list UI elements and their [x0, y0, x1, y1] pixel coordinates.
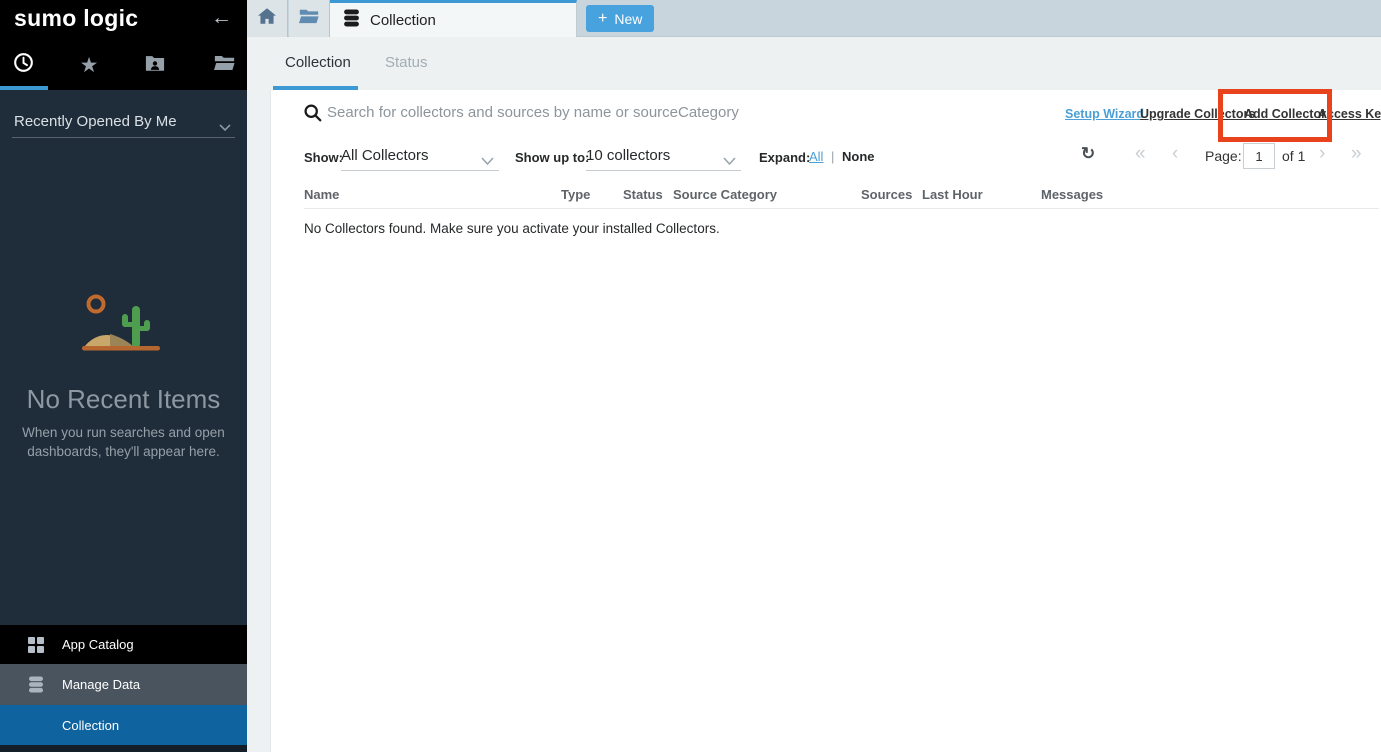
folder-open-icon	[214, 54, 235, 76]
access-keys-link[interactable]: Access Keys	[1318, 107, 1381, 121]
recent-nav-button[interactable]	[11, 53, 35, 77]
next-page-icon[interactable]: ›	[1319, 143, 1325, 165]
column-header-type: Type	[561, 187, 590, 202]
tab-label: Collection	[370, 12, 436, 29]
home-icon	[258, 8, 276, 29]
last-page-icon[interactable]: »	[1351, 143, 1362, 165]
database-icon	[28, 676, 46, 694]
show-filter-underline	[341, 170, 499, 171]
recent-filter-label: Recently Opened By Me	[14, 113, 177, 130]
sidebar-item-app-catalog[interactable]: App Catalog	[0, 625, 247, 664]
sidebar-item-collection[interactable]: Collection	[0, 705, 247, 745]
column-header-last-hour: Last Hour	[922, 187, 983, 202]
sidebar: sumo logic ← ★ Rec	[0, 0, 247, 752]
desert-illustration-icon	[82, 294, 162, 361]
page-count-label: of 1	[1282, 148, 1305, 164]
browse-library-button[interactable]	[289, 0, 330, 37]
page-number-input[interactable]	[1243, 143, 1275, 169]
home-button[interactable]	[247, 0, 288, 37]
no-recent-items-title: No Recent Items	[0, 384, 247, 415]
library-nav-button[interactable]	[212, 53, 236, 77]
column-header-sources: Sources	[861, 187, 912, 202]
folder-person-icon	[145, 54, 165, 77]
expand-divider: |	[831, 149, 834, 164]
column-header-name: Name	[304, 187, 339, 202]
show-up-to-underline	[586, 170, 741, 171]
recent-filter-select[interactable]: Recently Opened By Me	[12, 108, 235, 138]
clock-icon	[13, 52, 34, 78]
sidebar-item-label: Collection	[62, 718, 119, 733]
chevron-down-icon[interactable]	[481, 153, 494, 171]
empty-table-message: No Collectors found. Make sure you activ…	[304, 221, 720, 236]
column-header-status: Status	[623, 187, 663, 202]
sumo-logic-app: sumo logic ← ★ Rec	[0, 0, 1381, 752]
grid-icon	[28, 636, 46, 654]
new-button-label: New	[614, 11, 642, 27]
table-header-divider	[304, 208, 1379, 209]
collection-panel: Setup Wizard Upgrade Collectors Add Coll…	[270, 90, 1381, 752]
tab-collection[interactable]: Collection	[330, 0, 577, 37]
column-header-source-category: Source Category	[673, 187, 777, 202]
column-header-messages: Messages	[1041, 187, 1103, 202]
sidebar-item-manage-data[interactable]: Manage Data	[0, 664, 247, 705]
tab-bar: Collection + New	[247, 0, 1381, 37]
search-input[interactable]	[327, 97, 927, 127]
show-up-to-label: Show up to:	[515, 150, 589, 165]
page-label: Page:	[1205, 148, 1242, 164]
first-page-icon[interactable]: «	[1135, 143, 1146, 165]
subtab-strip: Collection Status	[247, 37, 1381, 90]
expand-label: Expand:	[759, 150, 810, 165]
show-filter-label: Show:	[304, 150, 343, 165]
chevron-down-icon[interactable]	[723, 153, 736, 171]
show-up-to-select[interactable]: 10 collectors	[586, 147, 670, 164]
favorites-nav-button[interactable]: ★	[77, 53, 101, 77]
sidebar-header: sumo logic ← ★	[0, 0, 247, 90]
sidebar-item-label: Manage Data	[62, 677, 140, 692]
no-recent-items-caption: When you run searches and open dashboard…	[18, 423, 229, 461]
add-collector-link[interactable]: Add Collector	[1244, 107, 1326, 121]
sumo-logic-logo[interactable]: sumo logic	[14, 5, 138, 32]
refresh-icon[interactable]: ↻	[1081, 144, 1095, 164]
folder-open-icon	[299, 8, 319, 29]
sidebar-footer-strip	[0, 745, 247, 752]
previous-page-icon[interactable]: ‹	[1172, 143, 1178, 165]
personal-folder-nav-button[interactable]	[143, 53, 167, 77]
content-gutter	[247, 90, 270, 752]
plus-icon: +	[598, 11, 607, 27]
collapse-sidebar-button[interactable]: ←	[211, 6, 232, 30]
expand-all-link[interactable]: All	[809, 149, 823, 164]
new-tab-button[interactable]: + New	[586, 5, 654, 32]
subtab-collection[interactable]: Collection	[285, 54, 351, 71]
upgrade-collectors-link[interactable]: Upgrade Collectors	[1140, 107, 1255, 121]
database-icon	[343, 9, 360, 31]
star-icon: ★	[80, 55, 99, 76]
show-filter-select[interactable]: All Collectors	[341, 147, 429, 164]
subtab-status[interactable]: Status	[385, 54, 428, 71]
expand-none-link[interactable]: None	[842, 149, 875, 164]
active-nav-indicator	[0, 86, 48, 90]
search-icon	[303, 103, 322, 127]
sidebar-item-label: App Catalog	[62, 637, 134, 652]
setup-wizard-link[interactable]: Setup Wizard	[1065, 107, 1144, 121]
chevron-down-icon	[219, 119, 231, 137]
